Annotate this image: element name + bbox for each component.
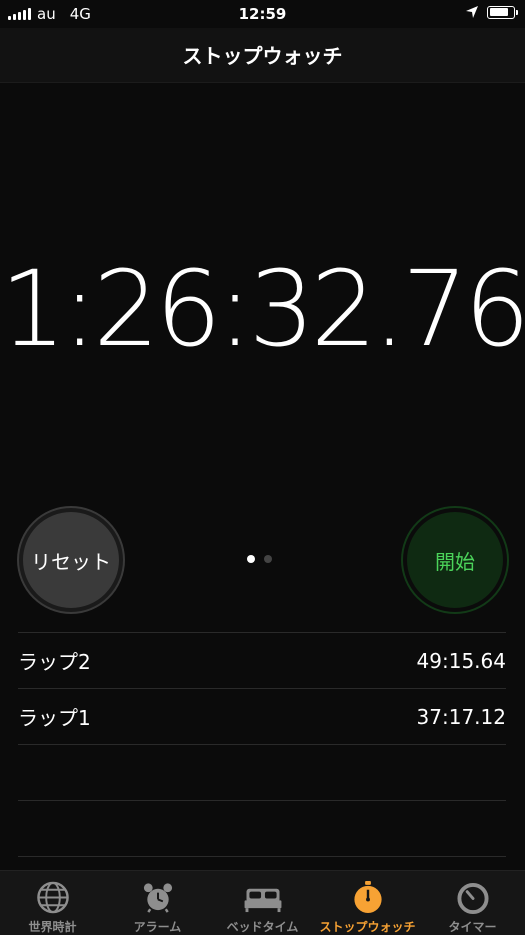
lap-name: ラップ1: [18, 706, 91, 730]
bed-icon: [244, 888, 281, 913]
reset-button-label: リセット: [31, 549, 111, 574]
tab-label: タイマー: [448, 920, 497, 934]
tab-alarm[interactable]: アラーム: [105, 871, 210, 935]
tab-world-clock[interactable]: 世界時計: [0, 871, 105, 935]
start-button-label: 開始: [435, 549, 475, 574]
status-bar: au 4G 12:59: [0, 0, 525, 28]
lap-row-empty: [18, 800, 506, 856]
page-dot-2[interactable]: [264, 555, 272, 563]
globe-icon: [36, 881, 69, 914]
lap-row: ラップ2 49:15.64: [18, 632, 506, 688]
battery-icon: [487, 5, 518, 19]
page-dot-1[interactable]: [247, 555, 255, 563]
start-button[interactable]: 開始: [403, 508, 507, 612]
tab-label: ベッドタイム: [226, 920, 299, 934]
tab-stopwatch[interactable]: ストップウォッチ: [315, 871, 420, 935]
stopwatch-display: 1:26:32.76: [0, 248, 525, 370]
reset-button[interactable]: リセット: [19, 508, 123, 612]
alarm-clock-icon: [143, 883, 172, 913]
timer-icon: [456, 882, 489, 914]
tab-bar: 世界時計 アラーム ベッドタイム ストップウォッチ タイマー: [0, 870, 525, 935]
tab-label: 世界時計: [28, 920, 77, 934]
lap-time: 37:17.12: [416, 704, 506, 729]
navigation-bar: ストップウォッチ: [0, 28, 525, 83]
lap-time: 49:15.64: [416, 648, 506, 673]
lap-row: ラップ1 37:17.12: [18, 688, 506, 744]
stopwatch-icon: [353, 881, 382, 914]
page-title: ストップウォッチ: [182, 44, 343, 68]
status-time: 12:59: [238, 5, 287, 23]
lap-name: ラップ2: [18, 650, 91, 674]
tab-label: アラーム: [133, 920, 182, 934]
lap-row-empty: [18, 744, 506, 800]
tab-label: ストップウォッチ: [319, 920, 416, 934]
tab-timer[interactable]: タイマー: [420, 871, 525, 935]
status-right: [465, 5, 518, 19]
location-arrow-icon: [466, 6, 478, 18]
page-indicator[interactable]: [247, 555, 272, 563]
tab-bedtime[interactable]: ベッドタイム: [210, 871, 315, 935]
